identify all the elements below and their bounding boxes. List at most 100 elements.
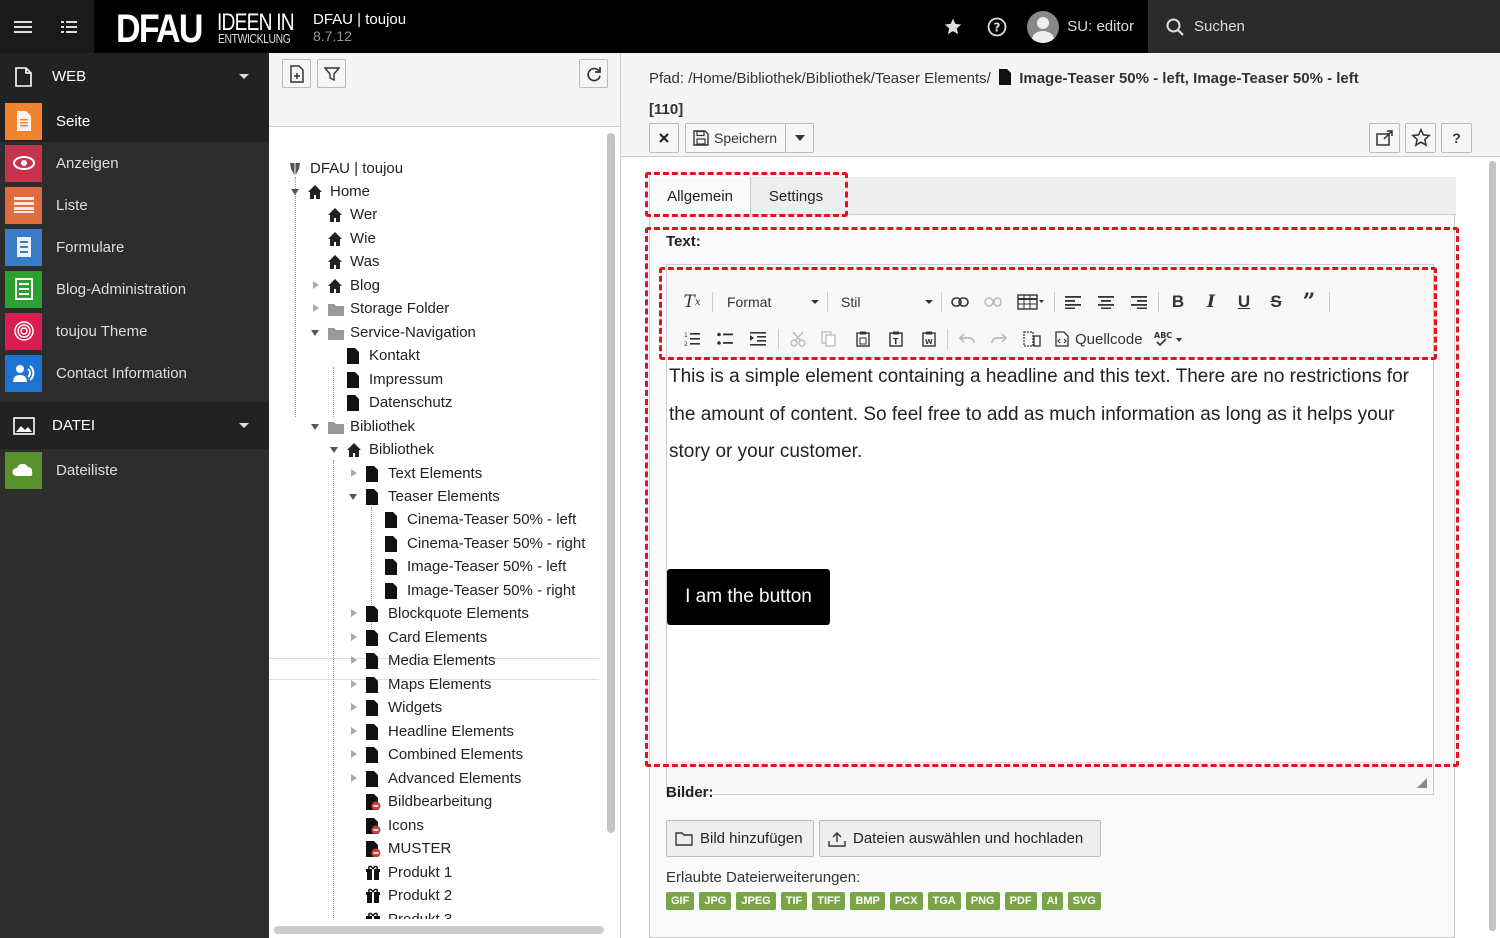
- table-icon[interactable]: [1016, 290, 1046, 314]
- tree-horizontal-scrollbar[interactable]: [274, 926, 604, 934]
- expand-toggle-icon[interactable]: [349, 632, 359, 643]
- module-item-formulare[interactable]: Formulare: [0, 226, 269, 268]
- chevron-down-icon[interactable]: [239, 423, 249, 428]
- rte-content[interactable]: This is a simple element containing a he…: [667, 358, 1433, 625]
- indent-icon[interactable]: [746, 327, 770, 351]
- tree-node-headline-elements[interactable]: Headline Elements: [349, 720, 514, 743]
- cta-button[interactable]: I am the button: [667, 569, 830, 625]
- paste-text-icon[interactable]: T: [884, 327, 908, 351]
- tree-node-produkt-2[interactable]: Produkt 2: [365, 884, 452, 907]
- spellcheck-icon[interactable]: ABC: [1154, 327, 1184, 351]
- save-button[interactable]: Speichern: [685, 123, 786, 153]
- paste-icon[interactable]: [851, 327, 875, 351]
- clear-formatting-icon[interactable]: Tx: [680, 290, 704, 314]
- tree-node-bildbearbeitung[interactable]: Bildbearbeitung: [365, 790, 492, 813]
- upload-files-button[interactable]: Dateien auswählen und hochladen: [819, 820, 1101, 857]
- module-item-blog-administration[interactable]: Blog-Administration: [0, 268, 269, 310]
- expand-toggle-icon[interactable]: [349, 726, 359, 737]
- tree-node-was[interactable]: Was: [327, 250, 379, 273]
- redo-icon[interactable]: [987, 327, 1011, 351]
- refresh-button[interactable]: [579, 59, 608, 88]
- tree-node-produkt-1[interactable]: Produkt 1: [365, 861, 452, 884]
- module-item-contact-information[interactable]: Contact Information: [0, 352, 269, 394]
- align-right-icon[interactable]: [1127, 290, 1151, 314]
- underline-icon[interactable]: U: [1232, 290, 1256, 314]
- tree-node-bibliothek[interactable]: Bibliothek: [330, 438, 434, 461]
- module-item-dateiliste[interactable]: Dateiliste: [0, 449, 269, 491]
- expand-toggle-icon[interactable]: [349, 679, 359, 690]
- tree-node-service-navigation[interactable]: Service-Navigation: [311, 321, 476, 344]
- user-menu[interactable]: SU: editor: [1019, 0, 1148, 53]
- module-group-web[interactable]: WEB: [0, 53, 269, 100]
- tree-node-wie[interactable]: Wie: [327, 227, 376, 250]
- tree-node-image-teaser-left[interactable]: Image-Teaser 50% - left: [384, 555, 567, 578]
- tree-node-wer[interactable]: Wer: [327, 203, 377, 226]
- tree-node-muster[interactable]: MUSTER: [365, 837, 451, 860]
- bookmark-button[interactable]: [1405, 123, 1436, 153]
- chevron-down-icon[interactable]: [239, 74, 249, 79]
- expand-toggle-icon[interactable]: [349, 608, 359, 619]
- expand-toggle-icon[interactable]: [349, 749, 359, 760]
- tree-node-impressum[interactable]: Impressum: [346, 368, 443, 391]
- undo-icon[interactable]: [955, 327, 979, 351]
- save-options-dropdown[interactable]: [785, 123, 814, 153]
- expand-toggle-icon[interactable]: [349, 702, 359, 713]
- open-in-new-window-button[interactable]: [1369, 123, 1400, 153]
- expand-toggle-icon[interactable]: [349, 655, 359, 666]
- unlink-icon[interactable]: [981, 290, 1005, 314]
- rich-text-editor[interactable]: Tx Format Stil B I U S ” 1 2 T W Quellco…: [666, 264, 1434, 795]
- align-left-icon[interactable]: [1061, 290, 1085, 314]
- tab-allgemein[interactable]: Allgemein: [650, 177, 751, 215]
- cut-icon[interactable]: [786, 327, 810, 351]
- filter-button[interactable]: [317, 59, 346, 88]
- module-item-anzeigen[interactable]: Anzeigen: [0, 142, 269, 184]
- blockquote-icon[interactable]: ”: [1297, 289, 1321, 315]
- tree-node-image-teaser-right[interactable]: Image-Teaser 50% - right: [384, 579, 575, 602]
- source-code-button[interactable]: Quellcode: [1055, 327, 1145, 351]
- bold-icon[interactable]: B: [1166, 290, 1190, 314]
- format-dropdown[interactable]: Format: [727, 289, 819, 315]
- tree-node-teaser-elements[interactable]: Teaser Elements: [349, 485, 500, 508]
- align-center-icon[interactable]: [1094, 290, 1118, 314]
- collapse-toggle-icon[interactable]: [311, 422, 321, 432]
- close-button[interactable]: [649, 123, 679, 153]
- tree-node-widgets[interactable]: Widgets: [349, 696, 442, 719]
- tree-node-advanced-elements[interactable]: Advanced Elements: [349, 767, 521, 790]
- tree-node-kontakt[interactable]: Kontakt: [346, 344, 420, 367]
- expand-toggle-icon[interactable]: [311, 280, 321, 291]
- new-page-button[interactable]: [282, 59, 311, 88]
- tree-node-maps-elements[interactable]: Maps Elements: [349, 673, 491, 696]
- bullet-list-icon[interactable]: [713, 327, 737, 351]
- tree-node-produkt-3[interactable]: Produkt 3: [365, 908, 452, 919]
- expand-toggle-icon[interactable]: [311, 303, 321, 314]
- tree-root[interactable]: DFAU | toujou: [287, 157, 403, 180]
- strikethrough-icon[interactable]: S: [1264, 290, 1288, 314]
- module-item-liste[interactable]: Liste: [0, 184, 269, 226]
- module-item-seite[interactable]: Seite: [0, 100, 269, 142]
- tree-node-blog[interactable]: Blog: [311, 274, 380, 297]
- tree-node-home[interactable]: Home: [291, 180, 370, 203]
- module-item-toujou-theme[interactable]: toujou Theme: [0, 310, 269, 352]
- help-icon[interactable]: ?: [975, 0, 1019, 53]
- tree-node-combined-elements[interactable]: Combined Elements: [349, 743, 523, 766]
- tab-settings[interactable]: Settings: [751, 177, 841, 215]
- expand-toggle-icon[interactable]: [349, 468, 359, 479]
- tree-node-datenschutz[interactable]: Datenschutz: [346, 391, 452, 414]
- hamburger-menu-icon[interactable]: [0, 0, 46, 53]
- tree-node-text-elements[interactable]: Text Elements: [349, 462, 482, 485]
- tree-node-storage-folder[interactable]: Storage Folder: [311, 297, 449, 320]
- show-blocks-icon[interactable]: [1020, 327, 1044, 351]
- add-image-button[interactable]: Bild hinzufügen: [666, 820, 814, 857]
- tree-node-cinema-teaser-left[interactable]: Cinema-Teaser 50% - left: [384, 508, 576, 531]
- page-tree-toggle-icon[interactable]: [46, 0, 92, 53]
- italic-icon[interactable]: I: [1199, 290, 1223, 314]
- tree-node-media-elements[interactable]: Media Elements: [349, 649, 496, 672]
- copy-icon[interactable]: [817, 327, 841, 351]
- tree-node-cinema-teaser-right[interactable]: Cinema-Teaser 50% - right: [384, 532, 585, 555]
- link-icon[interactable]: [948, 290, 972, 314]
- collapse-toggle-icon[interactable]: [330, 445, 340, 455]
- paste-word-icon[interactable]: W: [917, 327, 941, 351]
- bookmark-star-icon[interactable]: [931, 0, 975, 53]
- tree-node-card-elements[interactable]: Card Elements: [349, 626, 487, 649]
- expand-toggle-icon[interactable]: [349, 773, 359, 784]
